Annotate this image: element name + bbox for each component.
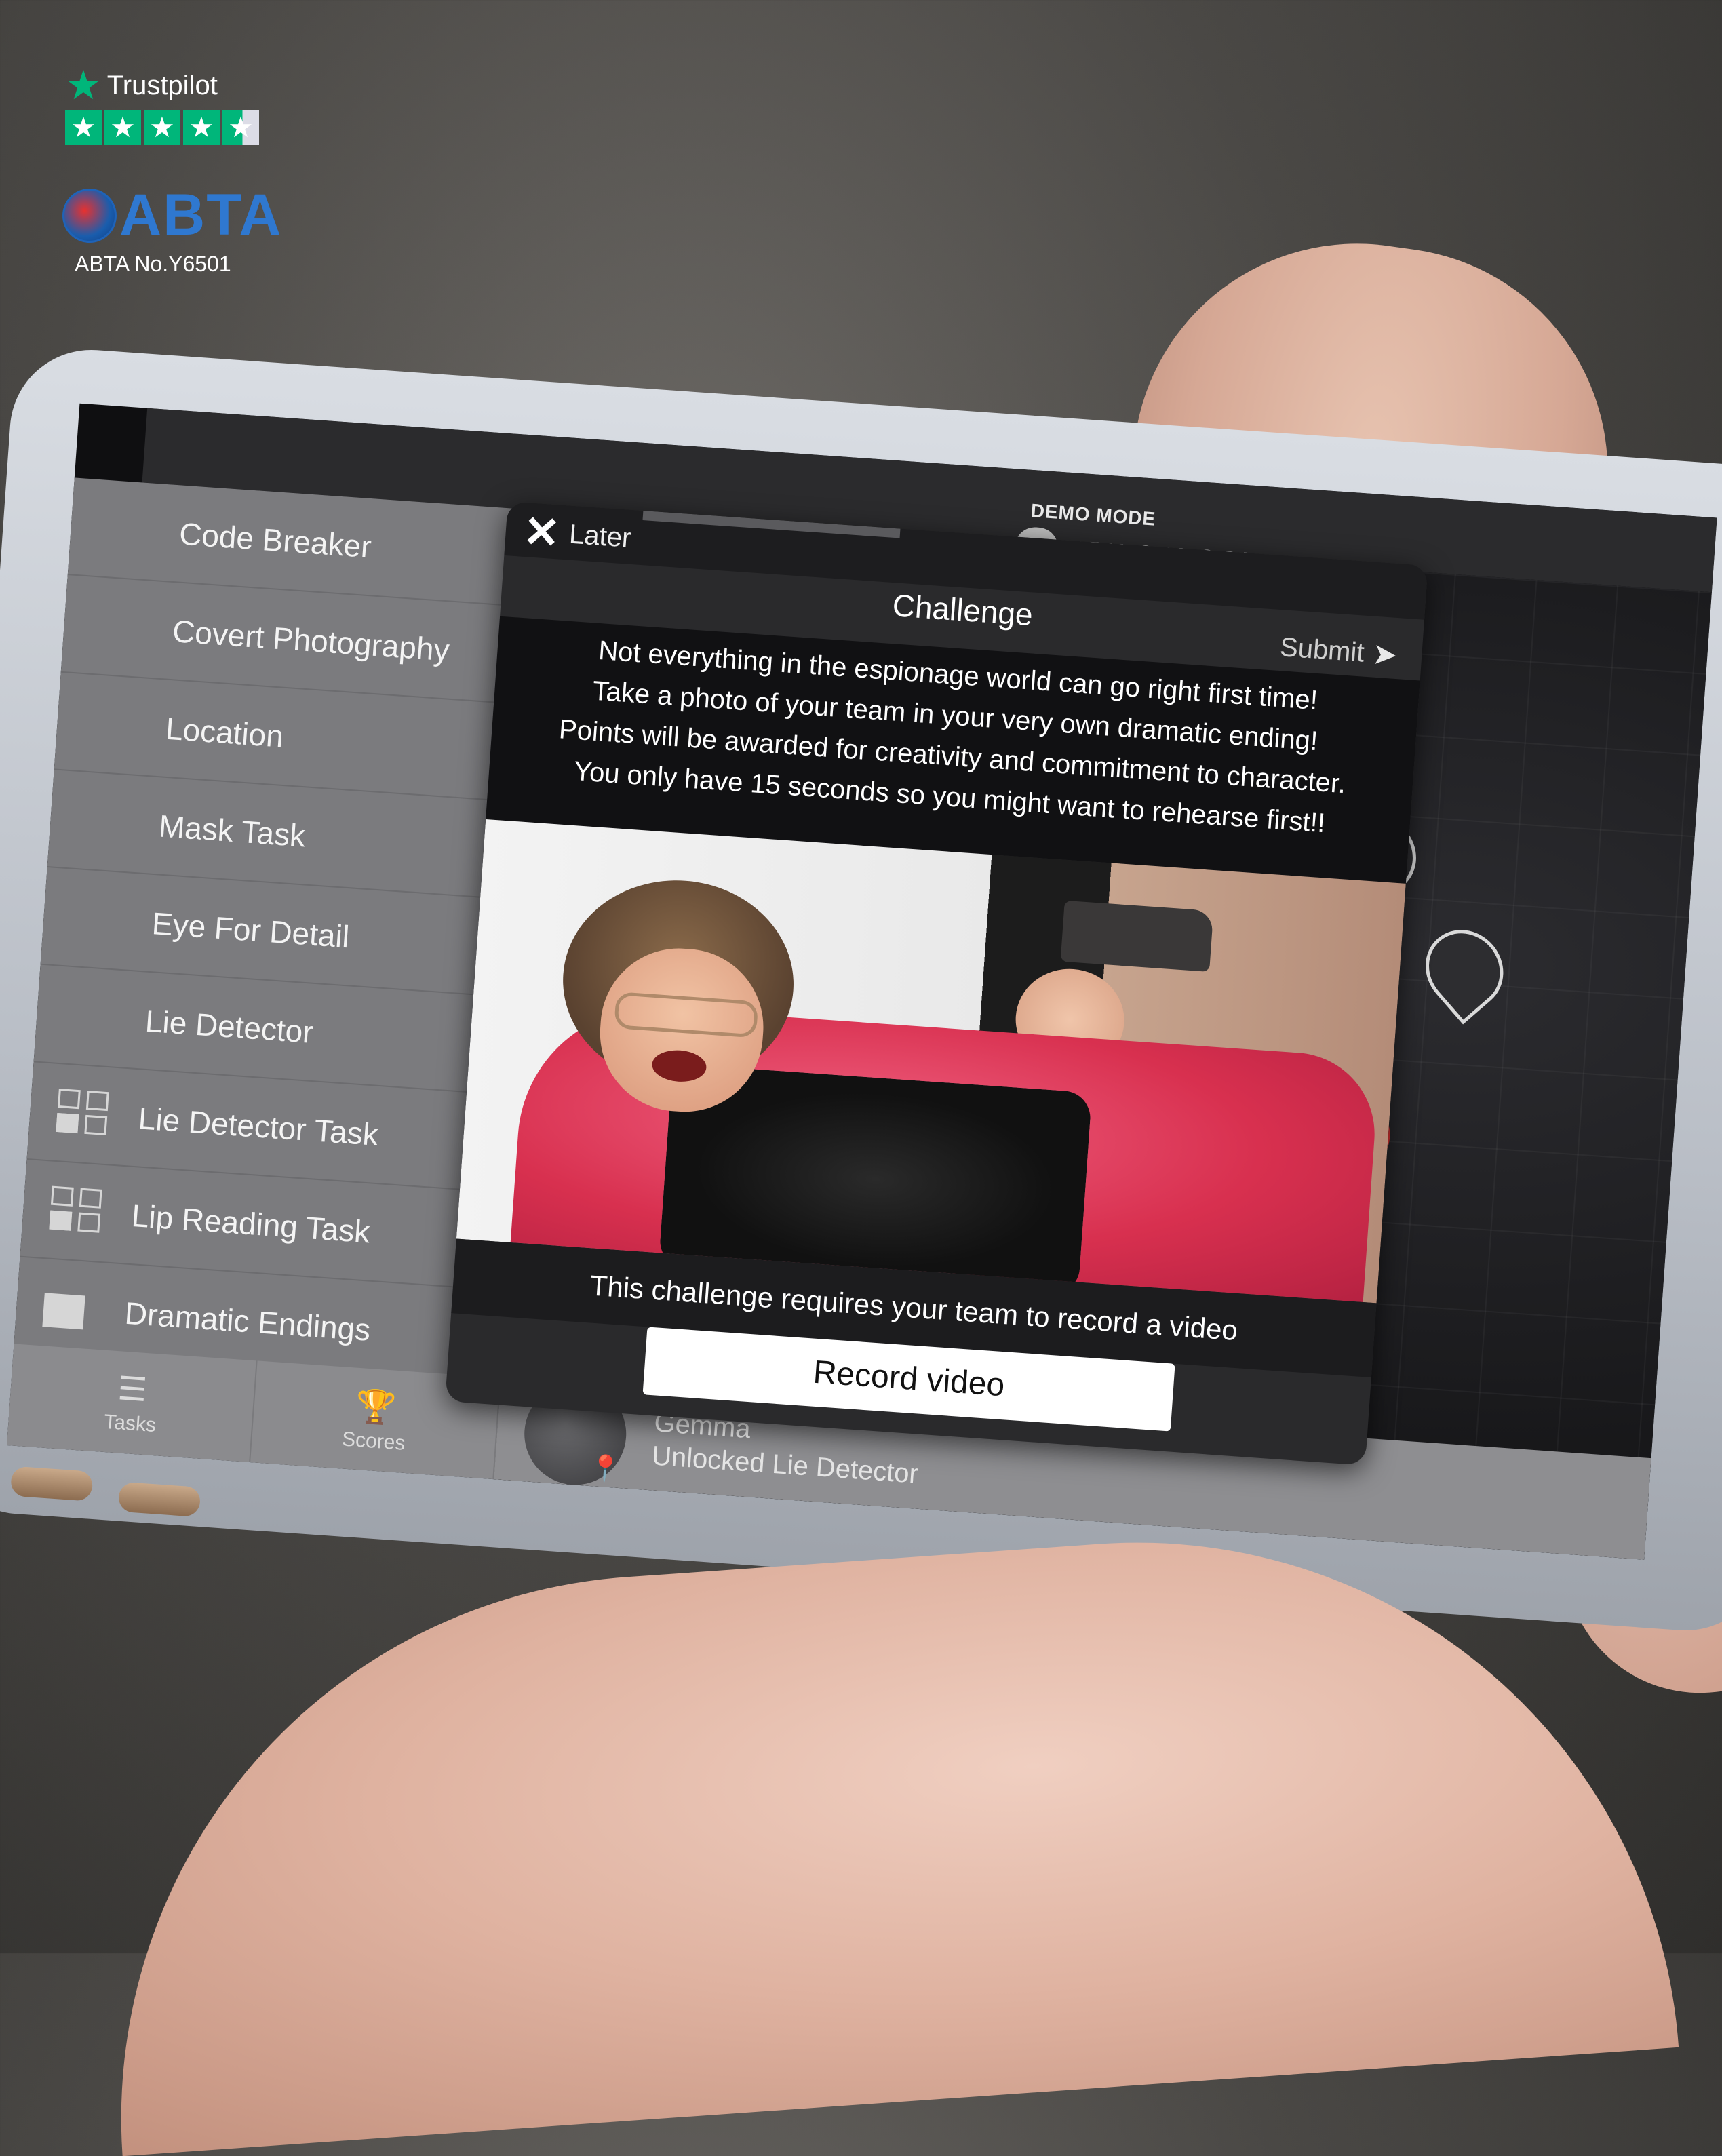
close-icon: ✕ <box>522 506 562 558</box>
rating-star-icon: ★ <box>183 110 220 145</box>
later-label: Later <box>568 519 632 553</box>
rating-star-icon: ★ <box>104 110 141 145</box>
task-label: Location <box>164 710 285 754</box>
tab-label: Scores <box>341 1427 406 1455</box>
map-pin-icon[interactable] <box>1409 914 1520 1025</box>
tiles-icon <box>49 1185 106 1237</box>
image-gun <box>1060 900 1214 972</box>
challenge-image <box>456 819 1406 1304</box>
trustpilot-badge: ★ Trustpilot ★ ★ ★ ★ ★ <box>65 65 259 145</box>
abta-number: ABTA No.Y6501 <box>75 252 231 276</box>
task-label: Dramatic Endings <box>123 1295 372 1348</box>
tab-tasks[interactable]: ☰ Tasks <box>7 1344 258 1463</box>
app-screen: DEMO MODE SPY SCHOOL Code Breaker Covert… <box>7 403 1717 1560</box>
later-button[interactable]: ✕ Later <box>522 506 632 558</box>
abta-logo-text: ABTA <box>119 182 283 248</box>
task-label: Covert Photography <box>171 613 451 668</box>
tab-label: Tasks <box>103 1410 157 1437</box>
rating-star-icon: ★ <box>65 110 102 145</box>
trustpilot-star-icon: ★ <box>65 62 102 108</box>
clapperboard-icon <box>42 1283 100 1334</box>
rating-half-star-icon: ★ <box>222 110 259 145</box>
trustpilot-rating: ★ ★ ★ ★ ★ <box>65 110 259 145</box>
location-pin-icon: 📍 <box>587 1453 623 1485</box>
challenge-modal: ✕ Later Challenge Submit ➤ Not everythin… <box>445 501 1428 1466</box>
trustpilot-brand: Trustpilot <box>106 70 218 100</box>
submit-button[interactable]: Submit ➤ <box>1279 630 1399 673</box>
task-label: Mask Task <box>157 808 307 854</box>
abta-badge: ABTA ABTA No.Y6501 <box>62 182 282 277</box>
abta-globe-icon <box>62 188 117 243</box>
task-label: Lie Detector <box>144 1002 315 1050</box>
send-arrow-icon: ➤ <box>1371 637 1398 673</box>
tiles-icon <box>56 1089 113 1139</box>
list-icon: ☰ <box>116 1371 149 1409</box>
submit-label: Submit <box>1278 632 1366 668</box>
task-label: Eye For Detail <box>151 905 351 955</box>
phone-device: DEMO MODE SPY SCHOOL Code Breaker Covert… <box>0 344 1722 1636</box>
volume-button <box>9 1466 94 1502</box>
demo-mode-label: DEMO MODE <box>1030 499 1157 530</box>
volume-button <box>117 1481 201 1517</box>
task-label: Lie Detector Task <box>137 1100 380 1152</box>
task-label: Code Breaker <box>178 515 373 565</box>
task-label: Lip Reading Task <box>130 1198 372 1250</box>
trophy-icon: 🏆 <box>354 1388 397 1427</box>
rating-star-icon: ★ <box>144 110 180 145</box>
